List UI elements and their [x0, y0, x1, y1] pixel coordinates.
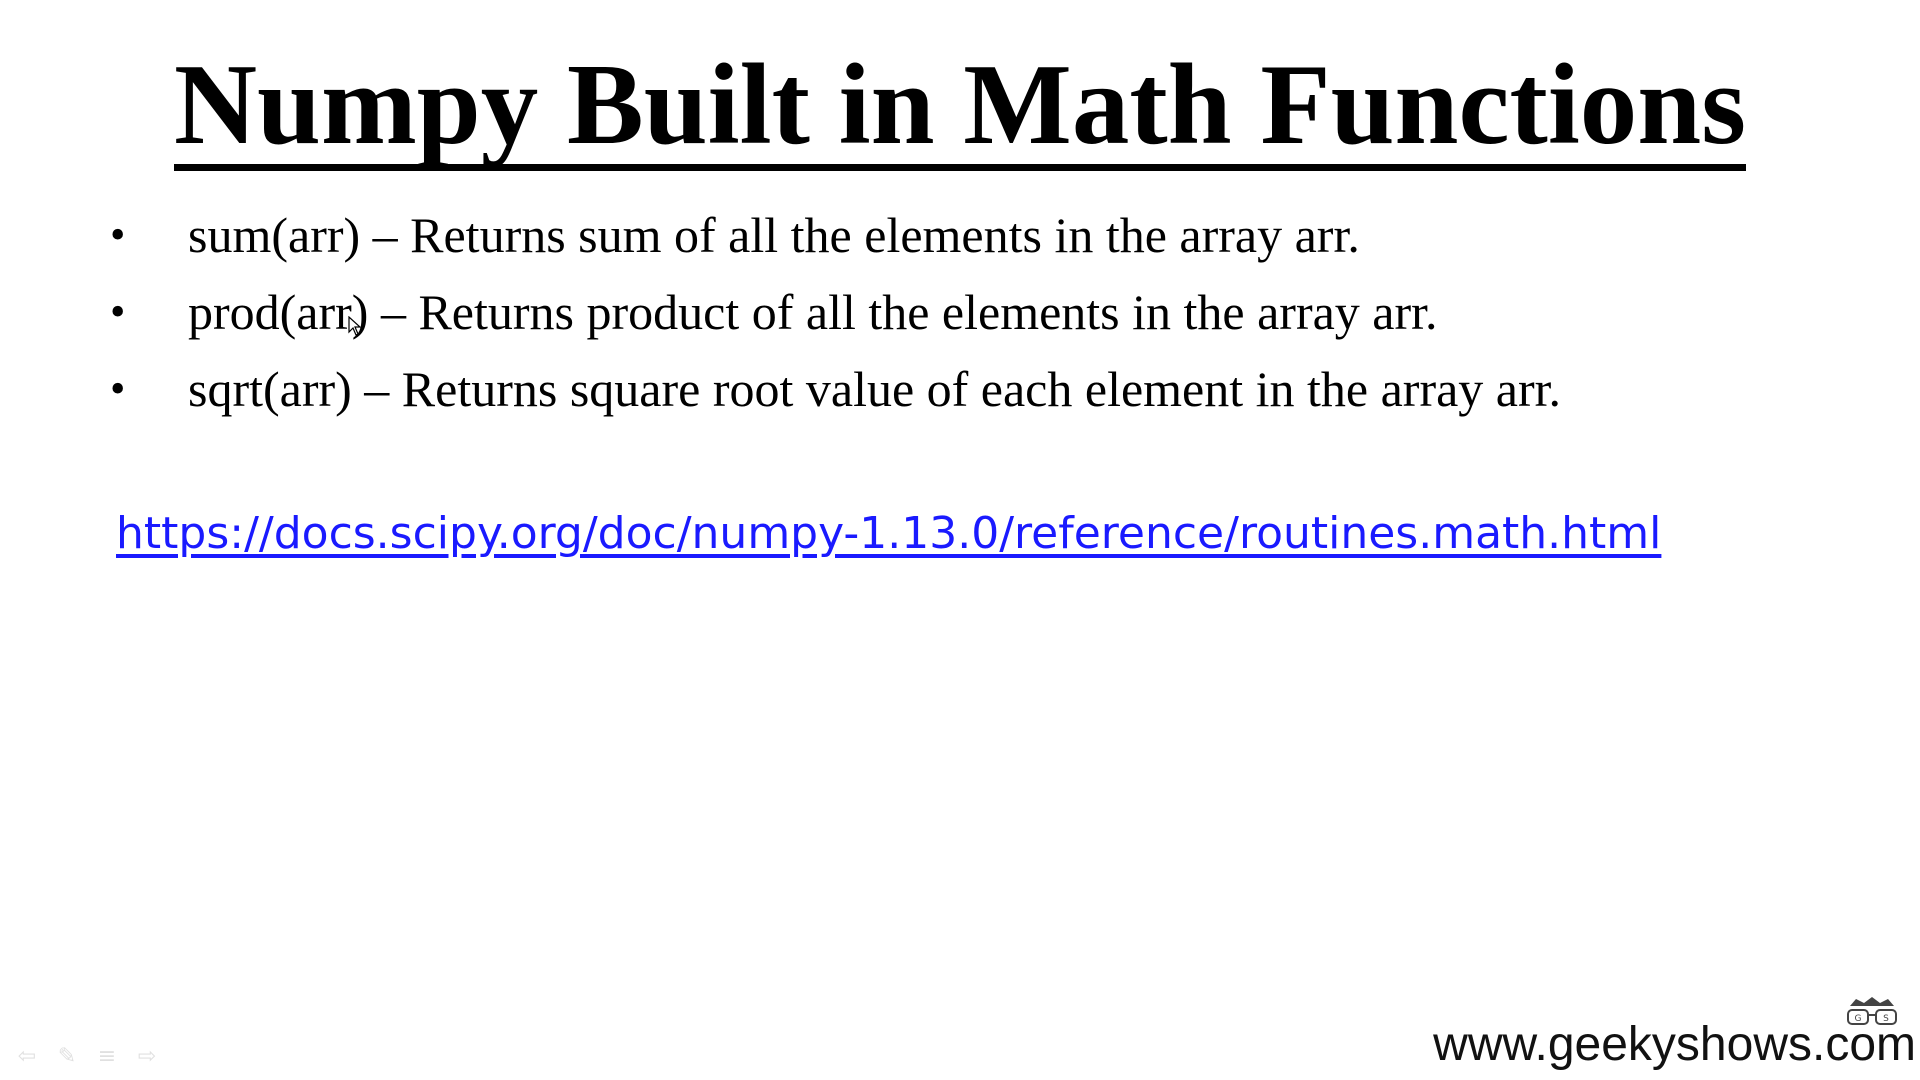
bullet-text: sum(arr) – Returns sum of all the elemen… — [188, 207, 1360, 263]
slide-navigation: ⇦ ✎ ≡ ⇨ — [14, 1046, 160, 1068]
next-slide-icon[interactable]: ⇨ — [134, 1046, 160, 1068]
bullet-icon: • — [110, 364, 126, 413]
bullet-text: prod(arr) – Returns product of all the e… — [188, 284, 1438, 340]
pen-icon[interactable]: ✎ — [54, 1046, 80, 1068]
presentation-slide: Numpy Built in Math Functions • sum(arr)… — [0, 0, 1920, 1080]
list-item: • sum(arr) – Returns sum of all the elem… — [110, 205, 1561, 282]
slide-title: Numpy Built in Math Functions — [0, 40, 1920, 171]
mouse-pointer-icon — [348, 316, 362, 336]
bullet-icon: • — [110, 287, 126, 336]
menu-icon[interactable]: ≡ — [94, 1046, 120, 1068]
list-item: • prod(arr) – Returns product of all the… — [110, 282, 1561, 359]
numpy-docs-link[interactable]: https://docs.scipy.org/doc/numpy-1.13.0/… — [116, 508, 1661, 559]
slide-title-text: Numpy Built in Math Functions — [174, 46, 1746, 171]
bullet-text: sqrt(arr) – Returns square root value of… — [188, 361, 1562, 417]
list-item: • sqrt(arr) – Returns square root value … — [110, 359, 1561, 436]
bullet-icon: • — [110, 210, 126, 259]
previous-slide-icon[interactable]: ⇦ — [14, 1046, 40, 1068]
website-watermark: www.geekyshows.com — [1433, 1018, 1916, 1071]
bullet-list: • sum(arr) – Returns sum of all the elem… — [110, 205, 1561, 436]
